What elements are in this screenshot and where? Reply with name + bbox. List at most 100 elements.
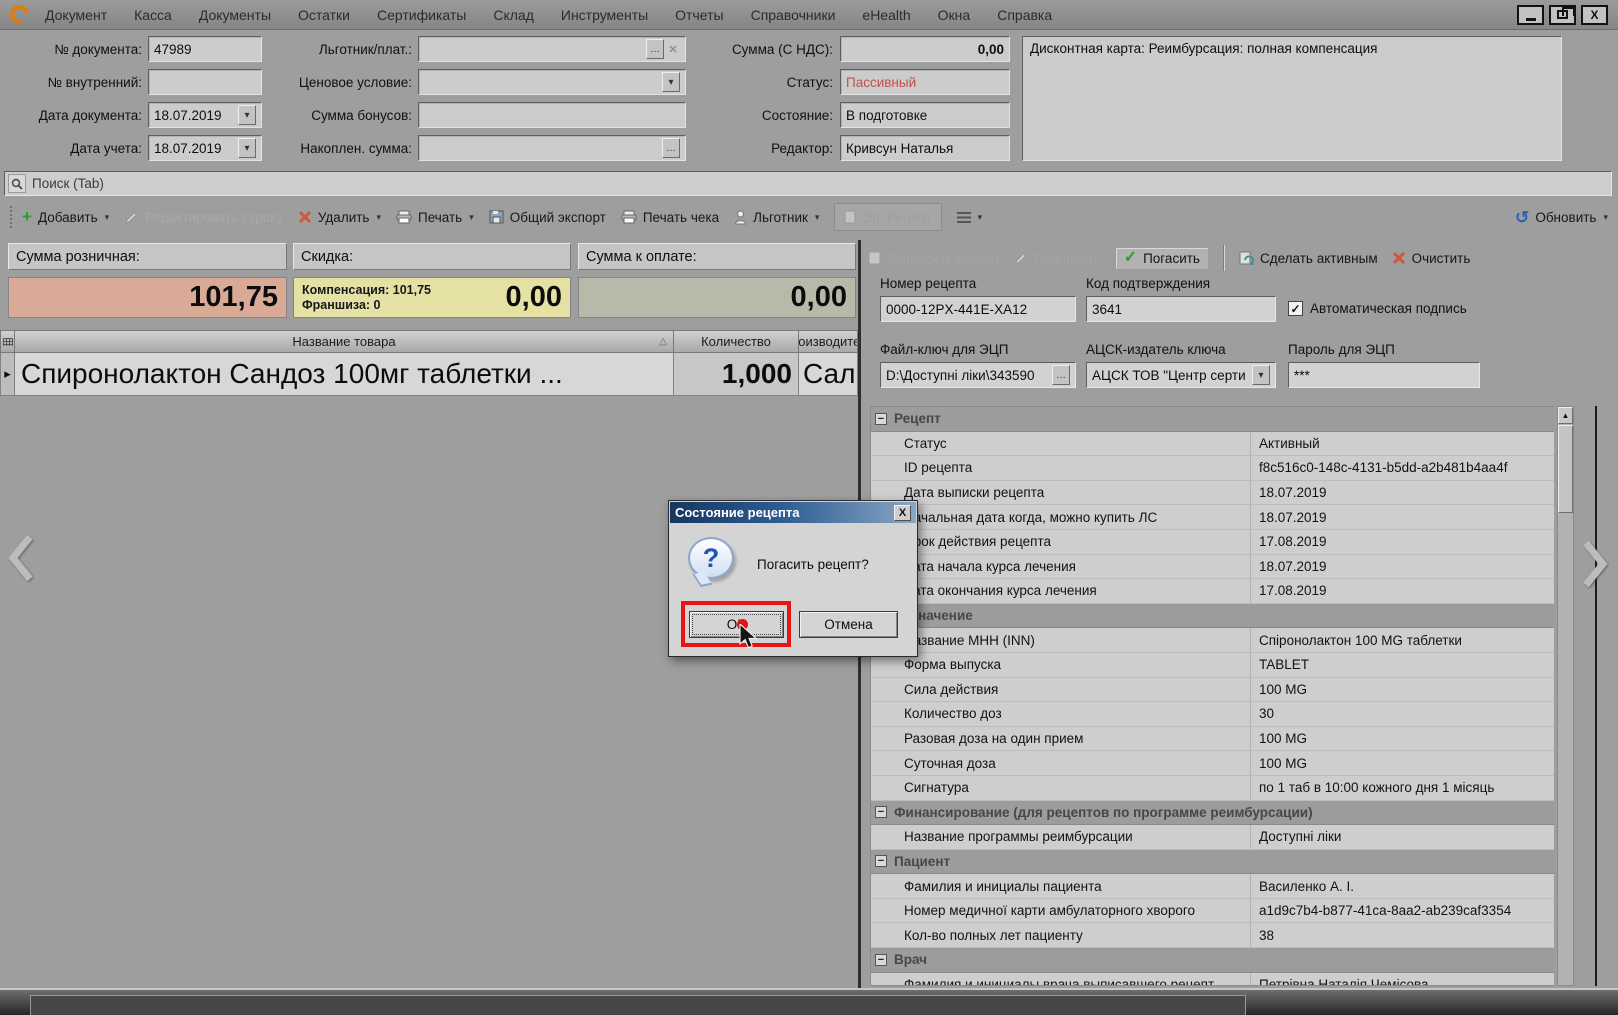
menu-item-11[interactable]: Окна [938, 7, 971, 23]
auto-sign-checkbox[interactable]: ✓Автоматическая подпись [1288, 301, 1467, 316]
make-active-button[interactable]: Сделать активным [1239, 251, 1378, 266]
accum-sum-field[interactable]: … [418, 135, 686, 161]
grid-row[interactable]: Форма выпускаTABLET [871, 653, 1554, 678]
grid-row[interactable]: Дата выписки рецепта18.07.2019 [871, 481, 1554, 506]
grid-section-header[interactable]: −Рецепт [871, 407, 1554, 432]
print-button[interactable]: Печать▾ [396, 210, 474, 225]
acsk-field[interactable]: АЦСК ТОВ "Центр серти▾ [1086, 362, 1276, 388]
menu-item-8[interactable]: Отчеты [675, 7, 723, 23]
grid-row[interactable]: Фамилия и инициалы пациентаВасиленко А. … [871, 874, 1554, 899]
clear-field-icon[interactable]: ✕ [666, 39, 680, 59]
menu-item-9[interactable]: Справочники [751, 7, 836, 23]
add-button[interactable]: +Добавить▾ [22, 210, 109, 225]
menu-item-7[interactable]: Инструменты [561, 7, 648, 23]
sum-vat-field[interactable]: 0,00 [840, 36, 1010, 62]
grid-row[interactable]: Кол-во полных лет пациенту38 [871, 923, 1554, 948]
request-recipe-button[interactable]: Запросить рецепт [868, 251, 1000, 266]
table-row[interactable]: ▸ Спиронолактон Сандоз 100мг таблетки ..… [0, 353, 858, 396]
column-header-qty[interactable]: Количество [674, 330, 799, 353]
edit-row-button[interactable]: Редактировать строку [124, 210, 283, 225]
beneficiary-field[interactable]: …✕ [418, 36, 686, 62]
collapse-icon[interactable]: − [875, 954, 887, 966]
column-header-producer[interactable]: Производитель [799, 330, 858, 353]
internal-number-field[interactable] [148, 69, 262, 95]
product-name-cell[interactable]: Спиронолактон Сандоз 100мг таблетки ... [15, 353, 674, 396]
recipe-number-field[interactable]: 0000-12PX-441E-XA12 [880, 296, 1076, 322]
key-file-field[interactable]: D:\Доступні ліки\343590… [880, 362, 1076, 388]
delete-button[interactable]: Удалить▾ [298, 210, 381, 225]
account-date-field[interactable]: 18.07.2019▾ [148, 135, 262, 161]
print-receipt-button[interactable]: Печать чека [621, 210, 719, 225]
confirm-code-field[interactable]: 3641 [1086, 296, 1276, 322]
price-condition-field[interactable]: ▾ [418, 69, 686, 95]
toolbar-grip[interactable] [10, 206, 13, 228]
grid-section-header[interactable]: −Финансирование (для рецептов по програм… [871, 801, 1554, 826]
grid-row[interactable]: СтатусАктивный [871, 432, 1554, 457]
export-button[interactable]: Общий экспорт [489, 210, 606, 225]
close-button[interactable]: X [1581, 5, 1608, 25]
grid-row[interactable]: Сила действия100 MG [871, 678, 1554, 703]
e-recipe-button[interactable]: Эл. Рецепт [834, 203, 941, 231]
grid-row[interactable]: Название МНН (INN)Спіронолактон 100 MG т… [871, 628, 1554, 653]
menu-item-6[interactable]: Склад [493, 7, 534, 23]
row-selector-header[interactable] [0, 330, 15, 353]
redeem-button[interactable]: ✓Погасить [1115, 247, 1209, 270]
nav-left-icon[interactable] [6, 532, 36, 584]
chevron-down-icon[interactable]: ▾ [662, 72, 680, 92]
grid-row[interactable]: Дата начала курса лечения18.07.2019 [871, 555, 1554, 580]
product-qty-cell[interactable]: 1,000 [674, 353, 799, 396]
ellipsis-icon[interactable]: … [662, 138, 680, 158]
sign-button[interactable]: Подписать [1014, 251, 1101, 266]
restore-button[interactable] [1549, 5, 1576, 25]
grid-row[interactable]: Срок действия рецепта17.08.2019 [871, 530, 1554, 555]
chevron-down-icon[interactable]: ▾ [238, 138, 256, 158]
grid-row[interactable]: Название программы реимбурсацииДоступні … [871, 825, 1554, 850]
collapse-icon[interactable]: − [875, 806, 887, 818]
doc-number-field[interactable]: 47989 [148, 36, 262, 62]
password-field[interactable]: *** [1288, 362, 1480, 388]
grid-row[interactable]: Сигнатурапо 1 таб в 10:00 кожного дня 1 … [871, 776, 1554, 801]
scroll-up-icon[interactable]: ▲ [1558, 407, 1573, 424]
minimize-button[interactable] [1517, 5, 1544, 25]
grid-row[interactable]: Фамилия и инициалы врача выписавшего рец… [871, 973, 1554, 986]
search-bar[interactable] [4, 171, 1612, 196]
chevron-down-icon[interactable]: ▾ [1252, 365, 1270, 385]
beneficiary-button[interactable]: Льготник▾ [734, 210, 819, 225]
chevron-down-icon[interactable]: ▾ [238, 105, 256, 125]
menu-item-3[interactable]: Документы [199, 7, 271, 23]
menu-item-5[interactable]: Сертификаты [377, 7, 466, 23]
cancel-button[interactable]: Отмена [799, 611, 898, 638]
collapse-icon[interactable]: − [875, 413, 887, 425]
checkbox-checked-icon[interactable]: ✓ [1288, 301, 1303, 316]
grid-section-header[interactable]: −Пациент [871, 850, 1554, 875]
menu-item-1[interactable]: Документ [45, 7, 107, 23]
nav-right-icon[interactable] [1580, 538, 1610, 590]
grid-row[interactable]: Дата окончания курса лечения17.08.2019 [871, 579, 1554, 604]
refresh-button[interactable]: ↻Обновить▾ [1515, 210, 1608, 225]
grid-section-header[interactable]: −Врач [871, 948, 1554, 973]
grid-row[interactable]: Суточная доза100 MG [871, 751, 1554, 776]
dialog-title-bar[interactable]: Состояние рецепта X [670, 502, 916, 523]
grid-row[interactable]: Разовая доза на один прием100 MG [871, 727, 1554, 752]
clear-button[interactable]: Очистить [1392, 251, 1471, 266]
ellipsis-icon[interactable]: … [1052, 365, 1070, 385]
doc-date-field[interactable]: 18.07.2019▾ [148, 102, 262, 128]
menu-item-4[interactable]: Остатки [298, 7, 350, 23]
column-header-name[interactable]: Название товара△ [15, 330, 674, 353]
bonus-sum-field[interactable] [418, 102, 686, 128]
search-input[interactable] [30, 175, 1608, 192]
grid-row[interactable]: Начальная дата когда, можно купить ЛС18.… [871, 505, 1554, 530]
grid-row[interactable]: Номер медичної карти амбулаторного хворо… [871, 899, 1554, 924]
ellipsis-icon[interactable]: … [646, 39, 664, 59]
product-producer-cell[interactable]: Салютас [799, 353, 858, 396]
menu-item-2[interactable]: Касса [134, 7, 172, 23]
menu-item-12[interactable]: Справка [997, 7, 1052, 23]
grid-section-header[interactable]: −Назначение [871, 604, 1554, 629]
collapse-icon[interactable]: − [875, 855, 887, 867]
grid-row[interactable]: ID рецептаf8c516c0-148c-4131-b5dd-a2b481… [871, 456, 1554, 481]
vertical-scrollbar[interactable]: ▲ [1557, 406, 1574, 986]
dialog-close-button[interactable]: X [894, 505, 911, 521]
grid-row[interactable]: Количество доз30 [871, 702, 1554, 727]
menu-item-10[interactable]: eHealth [862, 7, 910, 23]
layout-menu-button[interactable]: ▾ [957, 212, 983, 223]
